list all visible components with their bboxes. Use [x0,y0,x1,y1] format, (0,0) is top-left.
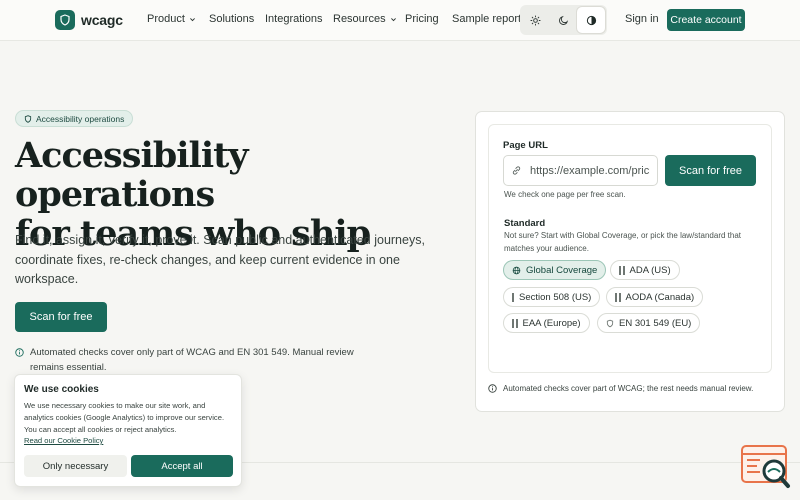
info-icon [488,384,497,393]
shield-icon [24,114,32,123]
panel-footer-text: Automated checks cover part of WCAG; the… [503,384,754,393]
title-line-1: Accessibility operations [15,135,249,215]
contrast-icon [586,15,596,25]
nav-item-product[interactable]: Product [147,13,196,25]
nav-item-label: Pricing [405,13,439,25]
sun-icon [530,14,541,26]
hero-subtitle: Find it, assign it, verify it, prove it.… [15,233,425,286]
theme-switcher [520,5,607,35]
cookie-text: We use necessary cookies to make our sit… [24,401,225,434]
url-label: Page URL [503,140,548,151]
nav-item-solutions[interactable]: Solutions [209,13,254,25]
bar-icon [512,292,514,302]
nav-item-label: Resources [333,13,386,25]
shield-icon [606,319,614,327]
theme-contrast-button[interactable] [577,7,606,33]
chip-label: EN 301 549 (EU) [619,317,692,329]
top-nav: wcagc Product Solutions Integrations Res… [0,0,800,41]
chip-label: EAA (Europe) [522,317,581,329]
cookie-banner: We use cookies We use necessary cookies … [14,374,242,487]
nav-item-label: Product [147,13,185,25]
only-necessary-button[interactable]: Only necessary [24,455,127,477]
standard-chip-section-508[interactable]: Section 508 (US) [503,287,601,307]
panel-footer-note: Automated checks cover part of WCAG; the… [488,384,753,393]
bars-icon [619,265,625,275]
hero-note: Automated checks cover only part of WCAG… [15,346,355,375]
standard-chip-aoda[interactable]: AODA (Canada) [606,287,704,307]
standard-chip-eaa[interactable]: EAA (Europe) [503,313,590,333]
hero-badge: Accessibility operations [15,110,134,127]
bars-icon [512,318,518,328]
standard-hint: Not sure? Start with Global Coverage, or… [504,231,742,253]
chip-label: Section 508 (US) [519,291,592,303]
url-input[interactable] [530,164,650,177]
hero-scan-button[interactable]: Scan for free [15,302,107,332]
nav-item-label: Sample report [452,13,522,25]
hero-note-text: Automated checks cover only part of WCAG… [30,347,354,373]
nav-item-sample-report[interactable]: Sample report [452,13,521,25]
magnifier-code-icon [741,445,790,488]
chip-label: Global Coverage [526,264,598,276]
theme-dark-button[interactable] [550,7,578,33]
bars-icon [615,292,621,302]
cookie-title: We use cookies [24,384,99,395]
cookie-policy-link[interactable]: Read our Cookie Policy [24,436,103,445]
theme-light-button[interactable] [522,7,550,33]
create-account-button[interactable]: Create account [667,9,745,31]
sign-in-link[interactable]: Sign in [625,13,659,25]
url-hint: We check one page per free scan. [504,190,626,199]
scan-button[interactable]: Scan for free [665,155,756,186]
standard-chip-en-301-549[interactable]: EN 301 549 (EU) [597,313,701,333]
chevron-down-icon [390,17,396,21]
standard-chip-ada[interactable]: ADA (US) [610,260,680,280]
logo-text: wcagc [81,12,123,28]
accessibility-widget-button[interactable] [740,444,792,490]
accept-all-button[interactable]: Accept all [131,455,233,477]
shield-logo-icon [55,10,75,30]
standard-label: Standard [504,218,546,229]
nav-item-label: Integrations [265,13,323,25]
moon-icon [559,15,569,25]
chip-label: AODA (Canada) [625,291,695,303]
logo[interactable]: wcagc [55,10,123,30]
standard-chip-global[interactable]: Global Coverage [503,260,607,280]
url-field[interactable] [503,155,658,186]
link-icon [512,166,521,175]
nav-item-resources[interactable]: Resources [333,13,397,25]
globe-icon [512,266,521,274]
nav-item-integrations[interactable]: Integrations [265,13,322,25]
chevron-down-icon [189,17,195,21]
nav-item-label: Solutions [209,13,255,25]
info-icon [15,348,24,357]
nav-item-pricing[interactable]: Pricing [405,13,439,25]
badge-label: Accessibility operations [36,113,125,124]
chip-label: ADA (US) [629,264,671,276]
